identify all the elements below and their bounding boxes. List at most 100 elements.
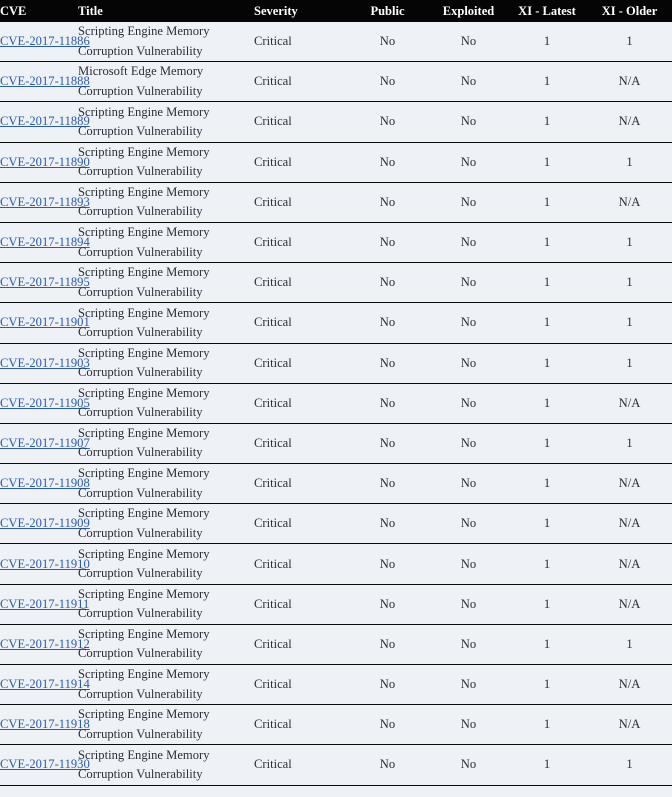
cell-xi-older: N/A xyxy=(587,584,672,625)
cell-severity: Critical xyxy=(254,101,345,143)
cell-severity: Critical xyxy=(254,262,345,303)
cell-public: No xyxy=(345,624,430,665)
cve-link[interactable]: CVE-2017-11908 xyxy=(0,476,90,490)
cell-public: No xyxy=(345,142,430,183)
cell-public: No xyxy=(345,302,430,343)
cell-xi-latest: 1 xyxy=(507,101,587,143)
cve-link[interactable]: CVE-2017-11907 xyxy=(0,436,90,450)
cell-xi-latest: 1 xyxy=(507,182,587,223)
cve-link[interactable]: CVE-2017-11889 xyxy=(0,114,90,128)
column-header-severity[interactable]: Severity xyxy=(254,0,345,22)
cell-severity: Critical xyxy=(254,142,345,183)
cell-cve: CVE-2017-11908 xyxy=(0,463,90,504)
cell-title: Scripting Engine Memory Corruption Vulne… xyxy=(78,101,254,143)
cell-public: No xyxy=(345,262,430,303)
cell-public: No xyxy=(345,463,430,504)
cell-exploited: No xyxy=(430,463,507,504)
cell-cve: CVE-2017-11888 xyxy=(0,61,90,102)
cell-public: No xyxy=(345,343,430,384)
cell-public: No xyxy=(345,543,430,585)
cell-title: Scripting Engine Memory Corruption Vulne… xyxy=(78,142,254,183)
cell-public: No xyxy=(345,744,430,786)
cell-severity: Critical xyxy=(254,182,345,223)
cell-xi-older: N/A xyxy=(587,383,672,424)
cve-link[interactable]: CVE-2017-11894 xyxy=(0,235,90,249)
cell-title: Scripting Engine Memory Corruption Vulne… xyxy=(78,262,254,303)
cve-link[interactable]: CVE-2017-11918 xyxy=(0,717,90,731)
cell-severity: Critical xyxy=(254,744,345,786)
cell-xi-latest: 1 xyxy=(507,503,587,544)
cell-cve: CVE-2017-11889 xyxy=(0,101,90,143)
cell-severity: Critical xyxy=(254,704,345,745)
cell-exploited: No xyxy=(430,302,507,343)
cell-xi-latest: 1 xyxy=(507,61,587,102)
cell-xi-older: 1 xyxy=(587,262,672,303)
cell-severity: Critical xyxy=(254,222,345,263)
cve-link[interactable]: CVE-2017-11912 xyxy=(0,637,90,651)
cell-severity: Critical xyxy=(254,383,345,424)
cell-xi-latest: 1 xyxy=(507,22,587,62)
cell-xi-older: 1 xyxy=(587,624,672,665)
cell-exploited: No xyxy=(430,142,507,183)
cell-severity: Critical xyxy=(254,664,345,705)
cve-link[interactable]: CVE-2017-11890 xyxy=(0,155,90,169)
cell-xi-latest: 1 xyxy=(507,142,587,183)
cve-link[interactable]: CVE-2017-11901 xyxy=(0,315,90,329)
cell-xi-latest: 1 xyxy=(507,543,587,585)
column-header-public[interactable]: Public xyxy=(345,0,430,22)
cve-link[interactable]: CVE-2017-11911 xyxy=(0,597,89,611)
cell-cve: CVE-2017-11894 xyxy=(0,222,90,263)
cve-link[interactable]: CVE-2017-11910 xyxy=(0,557,90,571)
cell-exploited: No xyxy=(430,584,507,625)
table-row: CVE-2017-11893 Scripting Engine Memory Co… xyxy=(0,182,672,223)
cell-xi-older: N/A xyxy=(587,503,672,544)
cell-xi-latest: 1 xyxy=(507,664,587,705)
cell-exploited: No xyxy=(430,543,507,585)
table-row: CVE-2017-11911 Scripting Engine Memory Co… xyxy=(0,584,672,625)
cve-link[interactable]: CVE-2017-11893 xyxy=(0,195,90,209)
cell-xi-older: N/A xyxy=(587,61,672,102)
cell-xi-older: N/A xyxy=(587,101,672,143)
cve-link[interactable]: CVE-2017-11895 xyxy=(0,275,90,289)
cell-exploited: No xyxy=(430,664,507,705)
cve-link[interactable]: CVE-2017-11888 xyxy=(0,74,90,88)
cell-title: Scripting Engine Memory Corruption Vulne… xyxy=(78,222,254,263)
cell-title: Scripting Engine Memory Corruption Vulne… xyxy=(78,584,254,625)
cell-xi-latest: 1 xyxy=(507,343,587,384)
cell-cve: CVE-2017-11918 xyxy=(0,704,90,745)
table-row: CVE-2017-11912 Scripting Engine Memory Co… xyxy=(0,624,672,665)
cell-public: No xyxy=(345,664,430,705)
cve-link[interactable]: CVE-2017-11930 xyxy=(0,757,90,771)
cell-public: No xyxy=(345,704,430,745)
table-row: CVE-2017-11918 Scripting Engine Memory Co… xyxy=(0,704,672,745)
cve-link[interactable]: CVE-2017-11909 xyxy=(0,516,90,530)
cve-link[interactable]: CVE-2017-11903 xyxy=(0,356,90,370)
cell-severity: Critical xyxy=(254,423,345,464)
column-header-cve[interactable]: CVE xyxy=(0,0,78,22)
cell-cve: CVE-2017-11893 xyxy=(0,182,90,223)
column-header-title[interactable]: Title xyxy=(78,0,254,22)
cve-link[interactable]: CVE-2017-11914 xyxy=(0,677,90,691)
cell-cve: CVE-2017-11911 xyxy=(0,584,89,625)
cell-exploited: No xyxy=(430,383,507,424)
cell-xi-latest: 1 xyxy=(507,222,587,263)
cell-exploited: No xyxy=(430,22,507,62)
cell-xi-latest: 1 xyxy=(507,744,587,786)
cell-severity: Critical xyxy=(254,543,345,585)
cell-cve: CVE-2017-11895 xyxy=(0,262,90,303)
column-header-xi-older[interactable]: XI - Older xyxy=(587,0,672,22)
column-header-exploited[interactable]: Exploited xyxy=(430,0,507,22)
cell-exploited: No xyxy=(430,343,507,384)
cve-link[interactable]: CVE-2017-11905 xyxy=(0,396,90,410)
table-row: CVE-2017-11910 Scripting Engine Memory Co… xyxy=(0,543,672,585)
cell-xi-older: 1 xyxy=(587,222,672,263)
cell-exploited: No xyxy=(430,222,507,263)
cell-severity: Critical xyxy=(254,302,345,343)
cve-link[interactable]: CVE-2017-11886 xyxy=(0,34,90,48)
cell-public: No xyxy=(345,182,430,223)
cell-exploited: No xyxy=(430,704,507,745)
cell-public: No xyxy=(345,61,430,102)
column-header-xi-latest[interactable]: XI - Latest xyxy=(507,0,587,22)
table-header: CVE Title Severity Public Exploited XI -… xyxy=(0,0,672,22)
cell-severity: Critical xyxy=(254,463,345,504)
